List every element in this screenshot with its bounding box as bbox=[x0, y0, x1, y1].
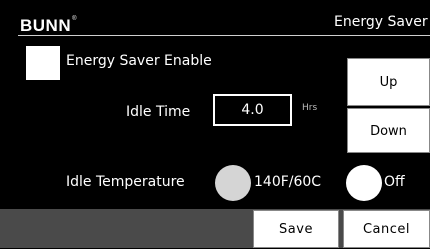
screen-title: Energy Saver bbox=[334, 14, 428, 30]
radio-140f-60c[interactable] bbox=[215, 165, 251, 201]
down-button[interactable]: Down bbox=[347, 108, 430, 153]
registered-mark: ® bbox=[72, 16, 78, 22]
save-button[interactable]: Save bbox=[253, 210, 339, 248]
energy-saver-enable-checkbox[interactable] bbox=[26, 46, 60, 80]
idle-time-unit: Hrs bbox=[302, 103, 318, 113]
idle-time-field[interactable]: 4.0 bbox=[213, 94, 292, 126]
radio-140f-60c-label: 140F/60C bbox=[254, 174, 322, 190]
up-button[interactable]: Up bbox=[347, 58, 430, 106]
radio-off[interactable] bbox=[346, 165, 382, 201]
brand-text: BUNN bbox=[20, 16, 72, 35]
radio-off-label: Off bbox=[384, 174, 405, 190]
idle-time-label: Idle Time bbox=[126, 104, 191, 120]
idle-temperature-label: Idle Temperature bbox=[66, 174, 185, 190]
cancel-button[interactable]: Cancel bbox=[343, 210, 430, 248]
bunn-logo: BUNN® bbox=[20, 16, 77, 36]
header-divider bbox=[18, 35, 430, 36]
energy-saver-enable-label: Energy Saver Enable bbox=[66, 53, 212, 69]
